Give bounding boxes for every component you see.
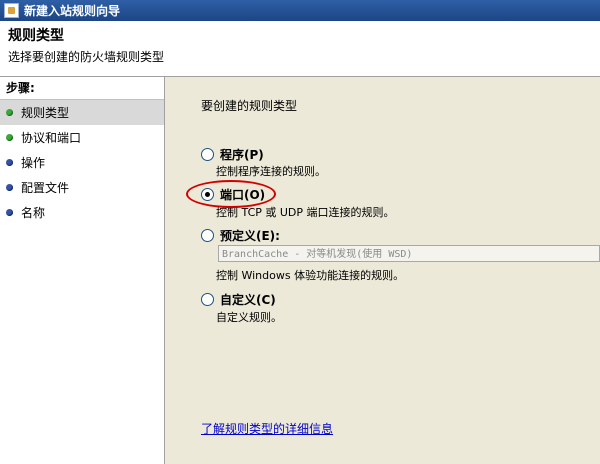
step-action[interactable]: 操作	[0, 150, 164, 175]
option-custom-label[interactable]: 自定义(C)	[220, 291, 276, 308]
step-name[interactable]: 名称	[0, 200, 164, 225]
rule-type-prompt: 要创建的规则类型	[201, 99, 298, 113]
steps-heading: 步骤:	[0, 77, 164, 100]
step-label: 名称	[21, 206, 46, 220]
page-title: 规则类型	[8, 28, 64, 44]
option-predefined-label[interactable]: 预定义(E):	[220, 227, 280, 244]
step-profile[interactable]: 配置文件	[0, 175, 164, 200]
step-status-icon	[6, 184, 13, 191]
option-program-label[interactable]: 程序(P)	[220, 146, 264, 163]
step-status-icon	[6, 109, 13, 116]
step-status-icon	[6, 134, 13, 141]
page-subtitle: 选择要创建的防火墙规则类型	[8, 50, 165, 64]
option-predefined[interactable]: 预定义(E):	[201, 227, 280, 244]
option-custom-desc: 自定义规则。	[216, 311, 282, 324]
step-rule-type[interactable]: 规则类型	[0, 100, 164, 125]
option-program-desc: 控制程序连接的规则。	[216, 165, 326, 178]
radio-custom[interactable]	[201, 293, 214, 306]
radio-program[interactable]	[201, 148, 214, 161]
step-label: 规则类型	[21, 106, 70, 120]
highlight-circle	[186, 180, 276, 208]
step-label: 协议和端口	[21, 131, 82, 145]
main-panel: 要创建的规则类型 程序(P) 控制程序连接的规则。 端口(O) 控制 TCP 或…	[165, 77, 600, 464]
step-status-icon	[6, 159, 13, 166]
predefined-select[interactable]: BranchCache - 对等机发现(使用 WSD)	[218, 245, 600, 262]
step-protocol-ports[interactable]: 协议和端口	[0, 125, 164, 150]
window-title: 新建入站规则向导	[24, 4, 121, 18]
page-header: 规则类型 选择要创建的防火墙规则类型	[0, 21, 600, 77]
step-label: 操作	[21, 156, 46, 170]
steps-panel: 步骤: 规则类型 协议和端口 操作 配置文件 名称	[0, 77, 165, 464]
step-status-icon	[6, 209, 13, 216]
window-titlebar[interactable]: 新建入站规则向导	[0, 0, 600, 21]
wizard-icon	[4, 3, 19, 18]
option-program[interactable]: 程序(P)	[201, 146, 264, 163]
step-label: 配置文件	[21, 181, 70, 195]
learn-more-link[interactable]: 了解规则类型的详细信息	[201, 420, 333, 437]
radio-predefined[interactable]	[201, 229, 214, 242]
option-custom[interactable]: 自定义(C)	[201, 291, 276, 308]
option-predefined-desc: 控制 Windows 体验功能连接的规则。	[216, 269, 405, 282]
